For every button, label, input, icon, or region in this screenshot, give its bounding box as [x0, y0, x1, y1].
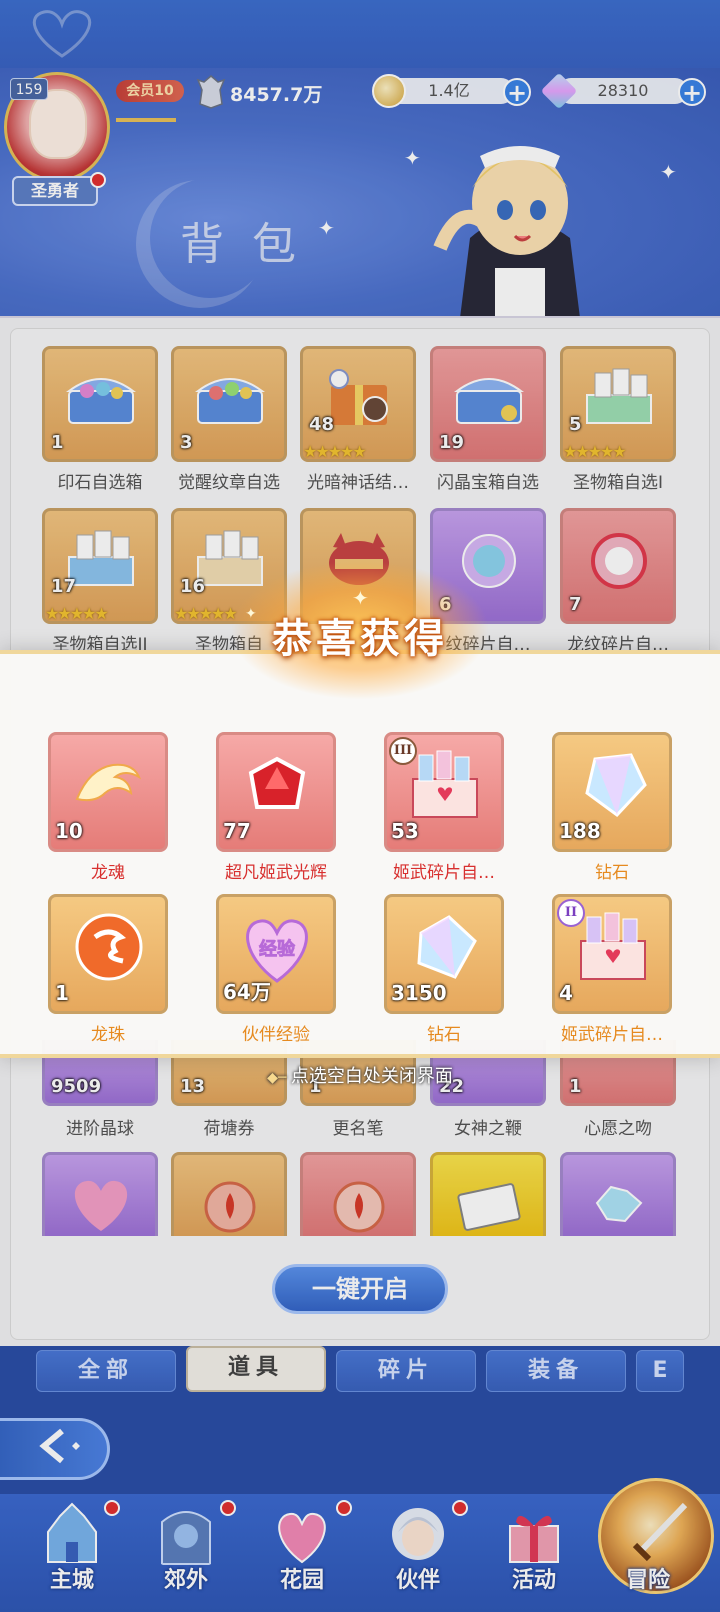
reward-slot[interactable]: 1 — [48, 894, 168, 1014]
item-count: 1 — [55, 981, 69, 1005]
fragment-box-icon — [580, 912, 646, 980]
reward-label: 龙魂 — [91, 863, 125, 883]
exp-heart-icon: 经验 — [246, 919, 308, 983]
close-hint-row: ◆─ 点选空白处关闭界面 — [0, 1062, 720, 1088]
reward-label: 伙伴经验 — [242, 1025, 310, 1045]
reward-slot[interactable]: 经验 64万 — [216, 894, 336, 1014]
reward-slot[interactable]: III 53 — [384, 732, 504, 852]
reward-label: 龙珠 — [91, 1025, 125, 1045]
item-count: 53 — [391, 819, 419, 843]
reward-slot[interactable]: 3150 — [384, 894, 504, 1014]
item-count: 10 — [55, 819, 83, 843]
grade-badge: III — [389, 737, 417, 765]
item-count: 4 — [559, 981, 573, 1005]
reward-slot[interactable]: 188 — [552, 732, 672, 852]
item-count: 77 — [223, 819, 251, 843]
dragon-orb-icon — [75, 913, 143, 981]
reward-label: 钻石 — [595, 863, 629, 883]
exp-art-text: 经验 — [259, 938, 296, 960]
reward-label: 姬武碎片自… — [561, 1025, 663, 1045]
reward-label: 钻石 — [427, 1025, 461, 1045]
item-count: 188 — [559, 819, 601, 843]
reward-label: 超凡姬武光辉 — [225, 863, 327, 883]
hint-decoration-icon: ◆─ — [267, 1070, 291, 1086]
dragon-soul-icon — [75, 763, 142, 802]
fragment-box-icon — [412, 750, 478, 818]
reward-label: 姬武碎片自… — [393, 863, 495, 883]
popup-title: 恭喜获得 — [272, 615, 448, 662]
close-hint-text: 点选空白处关闭界面 — [290, 1066, 453, 1087]
item-count: 3150 — [391, 981, 447, 1005]
diamond-icon — [585, 753, 647, 817]
item-count: 64万 — [223, 980, 271, 1004]
red-gem-icon — [248, 756, 306, 809]
diamond-icon — [417, 915, 477, 979]
reward-slot[interactable]: 77 — [216, 732, 336, 852]
reward-slot[interactable]: II 4 — [552, 894, 672, 1014]
grade-badge: II — [557, 899, 585, 927]
reward-slot[interactable]: 10 — [48, 732, 168, 852]
